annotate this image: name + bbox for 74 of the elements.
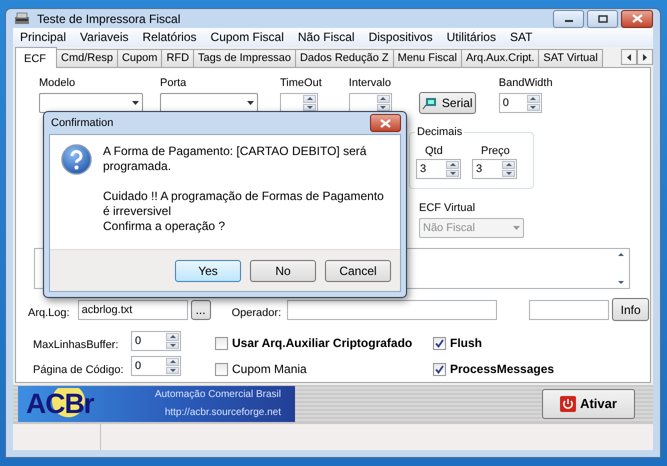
right-arrow-icon xyxy=(642,54,648,60)
close-button[interactable] xyxy=(370,114,401,132)
text-field[interactable]: acbrlog.txt xyxy=(78,300,188,320)
dialog-button[interactable]: Cancel xyxy=(325,260,391,282)
serial-port-icon xyxy=(422,96,438,110)
banner-text: Automação Comercial Brasil xyxy=(154,389,281,401)
minimize-button[interactable] xyxy=(553,10,584,28)
info-button[interactable]: Info xyxy=(612,298,650,321)
power-icon xyxy=(560,396,576,412)
question-icon xyxy=(61,144,92,175)
checkbox[interactable] xyxy=(215,362,228,376)
menu-item[interactable]: Relatórios xyxy=(136,29,204,46)
field-label: Página de Código: xyxy=(33,363,125,377)
field-label: ECF Virtual xyxy=(419,201,476,215)
menu-item[interactable]: Principal xyxy=(13,29,74,46)
close-icon xyxy=(380,118,391,128)
dropdown-arrow-icon xyxy=(513,226,520,230)
maximize-icon xyxy=(598,14,608,22)
dropdown-arrow-icon xyxy=(247,101,254,105)
left-arrow-icon xyxy=(626,54,632,60)
scroll-right-button[interactable] xyxy=(637,49,653,65)
menu-item[interactable]: Dispositivos xyxy=(362,29,440,46)
browse-button[interactable]: ... xyxy=(190,300,211,320)
tab[interactable]: RFD xyxy=(161,49,194,67)
field-label: BandWidth xyxy=(498,76,553,90)
text-field[interactable] xyxy=(529,300,610,320)
dropdown-arrow-icon xyxy=(132,101,139,105)
scroll-left-button[interactable] xyxy=(621,49,637,65)
dropdown[interactable] xyxy=(39,93,143,113)
field-label: Arq.Log: xyxy=(28,306,70,320)
close-icon xyxy=(632,14,642,23)
tab[interactable]: ECF xyxy=(15,47,57,68)
maximize-button[interactable] xyxy=(587,10,618,28)
checkbox[interactable] xyxy=(215,336,228,350)
serial-button[interactable]: Serial xyxy=(418,92,476,114)
menu-item[interactable]: Utilitários xyxy=(440,29,503,46)
checkbox-label[interactable]: Cupom Mania xyxy=(232,360,307,378)
dialog-title: Confirmation xyxy=(51,116,114,131)
field-label: Modelo xyxy=(39,76,76,90)
tab[interactable]: SAT Virtual xyxy=(538,49,603,67)
ativar-button[interactable]: Ativar xyxy=(542,389,635,419)
check-icon xyxy=(435,338,444,348)
menu-item[interactable]: SAT xyxy=(502,29,540,46)
tab[interactable]: Menu Fiscal xyxy=(392,49,462,67)
message-text: Cuidado !! A programação de Formas de Pagamento é irreversivel Confirma a operação ? xyxy=(103,189,385,234)
tab[interactable]: Arq.Aux.Cript. xyxy=(460,49,540,67)
menu-item[interactable]: Cupom Fiscal xyxy=(204,29,291,46)
checkbox-label[interactable]: Usar Arq.Auxiliar Criptografado xyxy=(232,334,412,352)
menu-item[interactable]: Variaveis xyxy=(73,29,136,46)
dialog-button[interactable]: No xyxy=(250,260,316,282)
printer-icon xyxy=(13,10,31,26)
close-button[interactable] xyxy=(621,10,653,28)
window-title: Teste de Impressora Fiscal xyxy=(37,10,180,28)
check-icon xyxy=(435,364,444,374)
field-label: Qtd xyxy=(425,144,444,158)
field-label: Operador: xyxy=(232,306,282,320)
menu-item[interactable]: Não Fiscal xyxy=(290,29,362,46)
checkbox-label[interactable]: Flush xyxy=(450,334,482,352)
text-field[interactable] xyxy=(287,300,498,320)
field-label: Preço xyxy=(481,144,511,158)
dialog-button[interactable]: Yes xyxy=(175,260,241,282)
field-label: Intervalo xyxy=(348,76,392,90)
field-label: TimeOut xyxy=(280,76,322,90)
checkbox[interactable] xyxy=(433,336,446,350)
dropdown[interactable] xyxy=(160,93,258,113)
message-text: A Forma de Pagamento: [CARTAO DEBITO] será programada. xyxy=(103,144,368,174)
tab[interactable]: Cupom xyxy=(116,49,162,67)
tab[interactable]: Cmd/Resp xyxy=(56,49,118,67)
checkbox[interactable] xyxy=(433,362,446,376)
checkbox-label[interactable]: ProcessMessages xyxy=(450,360,554,378)
tab[interactable]: Dados Redução Z xyxy=(294,49,394,67)
field-label: MaxLinhasBuffer: xyxy=(33,338,120,352)
field-label: Porta xyxy=(160,76,188,90)
tab[interactable]: Tags de Impressao xyxy=(193,49,296,67)
